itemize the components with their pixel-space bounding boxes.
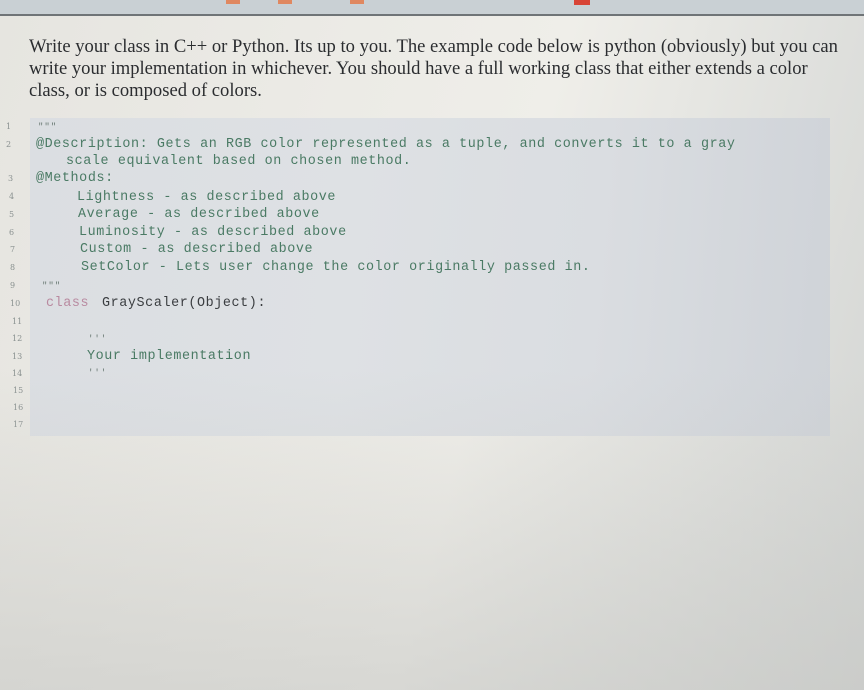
line-number: 2 (6, 140, 12, 149)
code-line-class-declaration: GrayScaler(Object): (102, 296, 267, 311)
code-line-comment-open: ''' (88, 334, 108, 344)
line-number: 16 (13, 403, 24, 412)
red-tab-icon[interactable] (574, 0, 590, 5)
code-line-description: @Description: Gets an RGB color represen… (36, 137, 736, 152)
line-number: 1 (6, 122, 12, 131)
code-line-docstring-close: """ (42, 281, 62, 291)
code-line-method-custom: Custom - as described above (80, 242, 314, 257)
code-line-method-luminosity: Luminosity - as described above (79, 225, 347, 240)
document-page: Write your class in C++ or Python. Its u… (0, 16, 864, 690)
code-line-docstring-open: """ (38, 122, 58, 132)
code-line-your-implementation: Your implementation (87, 349, 252, 364)
orange-tab-icon[interactable] (278, 0, 292, 4)
line-number: 17 (13, 420, 24, 429)
line-number: 4 (9, 192, 15, 201)
browser-tab[interactable] (596, 0, 736, 6)
line-number: 3 (8, 174, 14, 183)
code-line-comment-close: ''' (88, 368, 108, 378)
line-number: 6 (9, 228, 15, 237)
orange-tab-icon[interactable] (350, 0, 364, 4)
code-line-description-wrap: scale equivalent based on chosen method. (66, 154, 412, 169)
code-line-method-lightness: Lightness - as described above (77, 190, 337, 205)
line-number: 13 (12, 352, 23, 361)
line-number: 14 (12, 369, 23, 378)
orange-tab-icon[interactable] (226, 0, 240, 4)
line-number: 10 (10, 299, 21, 308)
line-number: 12 (12, 334, 23, 343)
line-number: 7 (10, 245, 16, 254)
instructions-paragraph: Write your class in C++ or Python. Its u… (29, 36, 838, 101)
code-block: 1 """ 2 @Description: Gets an RGB color … (6, 118, 830, 436)
line-number: 11 (12, 317, 23, 326)
browser-tab-bar (0, 0, 864, 16)
code-line-method-average: Average - as described above (78, 207, 320, 222)
code-line-method-setcolor: SetColor - Lets user change the color or… (81, 260, 591, 275)
line-number: 9 (10, 281, 16, 290)
code-line-methods: @Methods: (36, 171, 114, 186)
code-keyword-class: class (46, 296, 90, 311)
line-number: 5 (9, 210, 15, 219)
line-number: 8 (10, 263, 16, 272)
line-number: 15 (13, 386, 24, 395)
